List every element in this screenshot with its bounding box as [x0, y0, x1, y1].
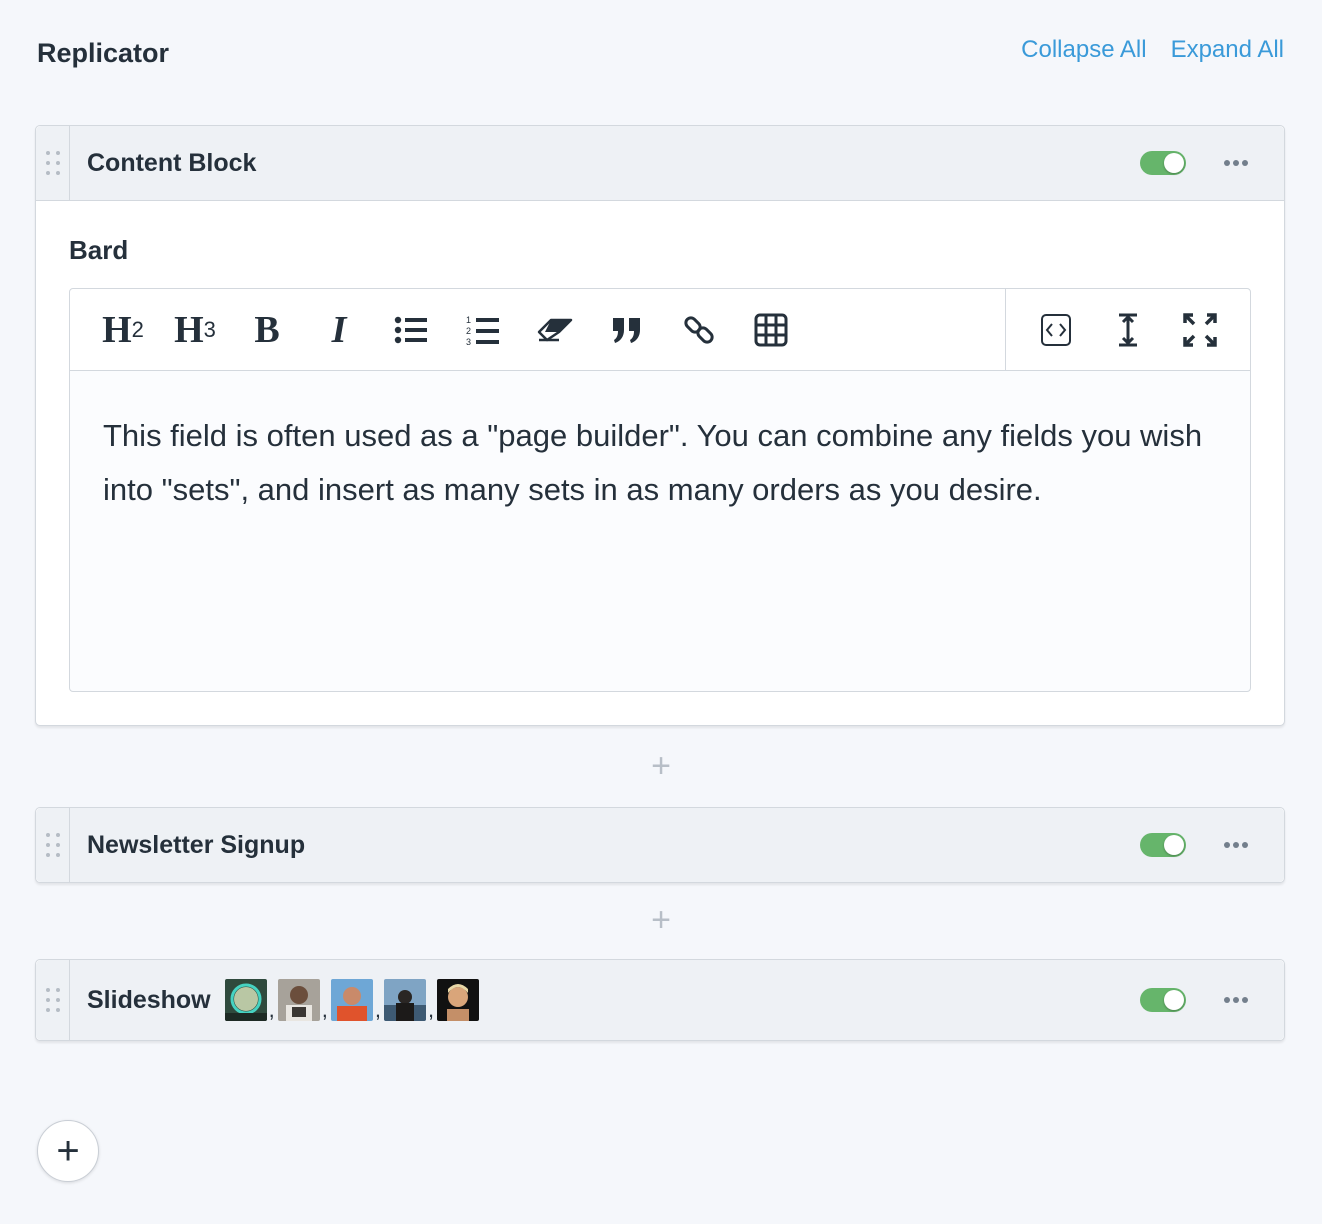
- drag-handle[interactable]: [36, 126, 70, 200]
- set-body: Bard H2 H3 B I 123 This field is often u…: [36, 200, 1284, 725]
- more-options-icon[interactable]: [1224, 160, 1248, 166]
- bard-toolbar: H2 H3 B I 123: [70, 289, 1250, 371]
- text-height-icon[interactable]: [1092, 300, 1164, 360]
- more-options-icon[interactable]: [1224, 997, 1248, 1003]
- set-title: Content Block: [87, 148, 257, 177]
- italic-button[interactable]: I: [303, 300, 375, 360]
- enabled-toggle[interactable]: [1140, 988, 1186, 1012]
- eraser-icon[interactable]: [519, 300, 591, 360]
- drag-handle[interactable]: [36, 960, 70, 1040]
- header-links: Collapse All Expand All: [1021, 36, 1284, 64]
- unordered-list-icon[interactable]: [375, 300, 447, 360]
- thumbnail-image: [330, 979, 373, 1021]
- set-newsletter-signup: Newsletter Signup: [35, 807, 1285, 883]
- thumbnail-image: [277, 979, 320, 1021]
- set-slideshow: Slideshow , , , ,: [35, 959, 1285, 1041]
- set-header[interactable]: Content Block: [36, 126, 1284, 200]
- enabled-toggle[interactable]: [1140, 151, 1186, 175]
- bold-button[interactable]: B: [231, 300, 303, 360]
- ordered-list-icon[interactable]: 123: [447, 300, 519, 360]
- set-title: Newsletter Signup: [87, 830, 306, 859]
- set-content-block: Content Block Bard H2 H3 B I 123 This fi…: [35, 125, 1285, 726]
- set-header[interactable]: Newsletter Signup: [36, 808, 1284, 882]
- collapse-all-link[interactable]: Collapse All: [1021, 36, 1146, 64]
- page-title: Replicator: [37, 38, 170, 68]
- set-header[interactable]: Slideshow , , , ,: [36, 960, 1284, 1040]
- bard-editor: H2 H3 B I 123 This field is often used a…: [69, 288, 1251, 692]
- expand-all-link[interactable]: Expand All: [1171, 36, 1284, 64]
- thumbnail-image: [384, 979, 427, 1021]
- set-title: Slideshow: [87, 985, 211, 1014]
- drag-handle[interactable]: [36, 808, 70, 882]
- svg-text:2: 2: [466, 326, 471, 336]
- table-icon[interactable]: [735, 300, 807, 360]
- svg-text:1: 1: [466, 315, 471, 325]
- link-icon[interactable]: [663, 300, 735, 360]
- heading-2-button[interactable]: H2: [87, 300, 159, 360]
- add-set-between-icon[interactable]: +: [0, 903, 1322, 937]
- thumbnail-image: [224, 979, 267, 1021]
- field-label: Bard: [69, 235, 129, 265]
- quote-icon[interactable]: [591, 300, 663, 360]
- svg-text:3: 3: [466, 337, 471, 346]
- bard-content[interactable]: This field is often used as a "page buil…: [70, 371, 1250, 691]
- heading-3-button[interactable]: H3: [159, 300, 231, 360]
- code-icon[interactable]: [1020, 300, 1092, 360]
- thumbnail-image: [437, 979, 480, 1021]
- slideshow-thumbnails: , , , ,: [224, 979, 480, 1021]
- enabled-toggle[interactable]: [1140, 833, 1186, 857]
- add-set-button[interactable]: +: [37, 1120, 99, 1182]
- expand-icon[interactable]: [1164, 300, 1236, 360]
- add-set-between-icon[interactable]: +: [0, 749, 1322, 783]
- more-options-icon[interactable]: [1224, 842, 1248, 848]
